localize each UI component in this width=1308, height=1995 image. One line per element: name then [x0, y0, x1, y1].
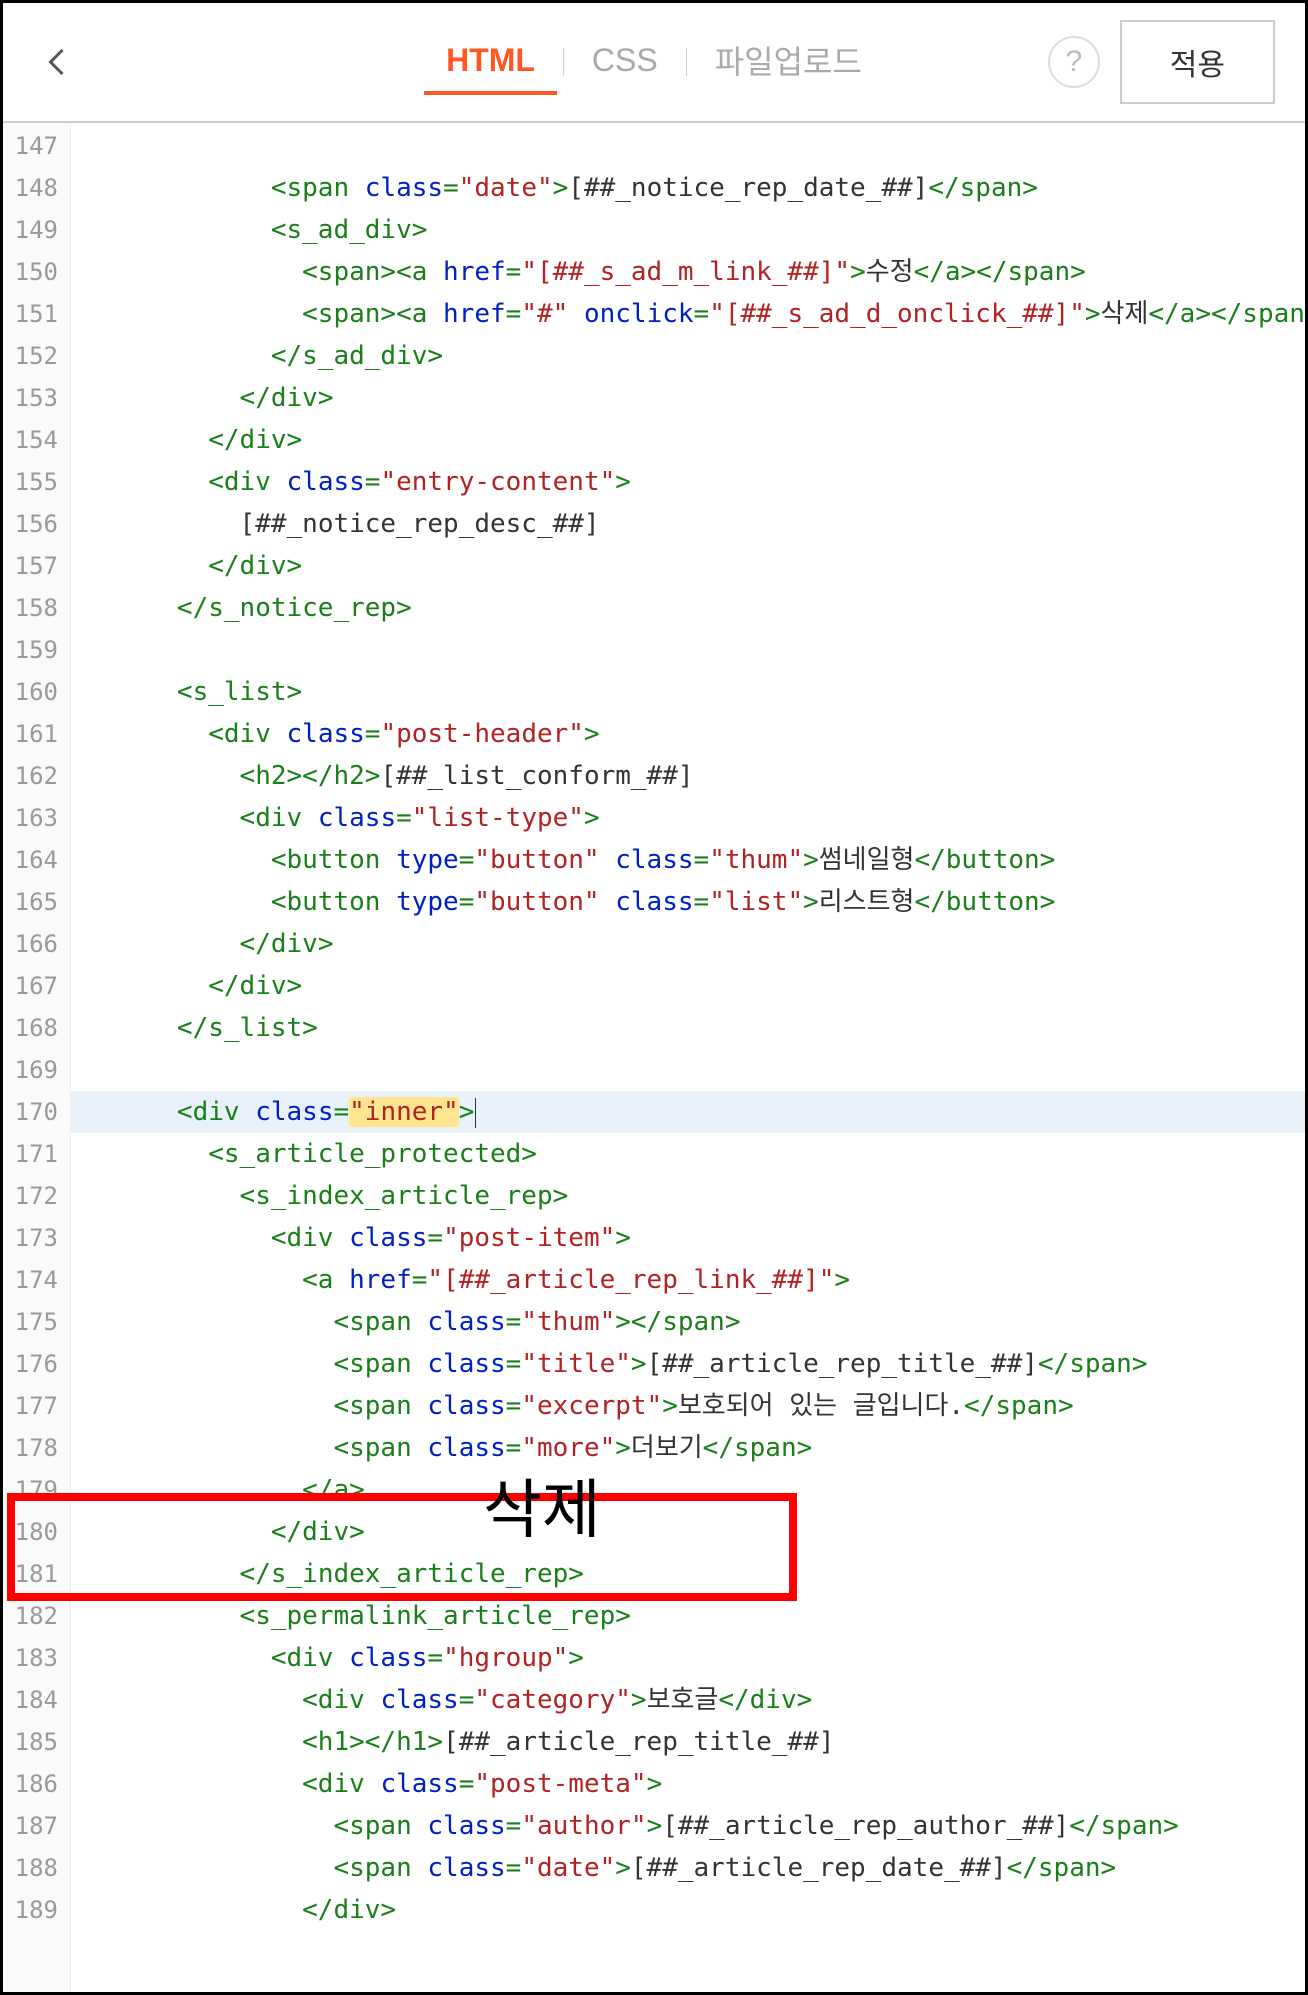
apply-button[interactable]: 적용 — [1120, 20, 1275, 104]
code-editor[interactable]: 1471481491501511521531541551561571581591… — [3, 123, 1305, 1992]
tab-css[interactable]: CSS — [570, 30, 680, 95]
back-arrow-icon — [40, 44, 76, 80]
editor-tabs: HTML CSS 파일업로드 — [424, 25, 884, 99]
help-button[interactable]: ? — [1048, 36, 1100, 88]
back-button[interactable] — [33, 37, 83, 87]
line-gutter: 1471481491501511521531541551561571581591… — [3, 123, 71, 1992]
tab-upload[interactable]: 파일업로드 — [693, 25, 884, 99]
editor-header: HTML CSS 파일업로드 ? 적용 — [3, 3, 1305, 123]
tab-separator — [563, 48, 564, 76]
tab-separator — [686, 48, 687, 76]
tab-html[interactable]: HTML — [424, 30, 557, 95]
code-content[interactable]: <span class="date">[##_notice_rep_date_#… — [71, 123, 1305, 1992]
